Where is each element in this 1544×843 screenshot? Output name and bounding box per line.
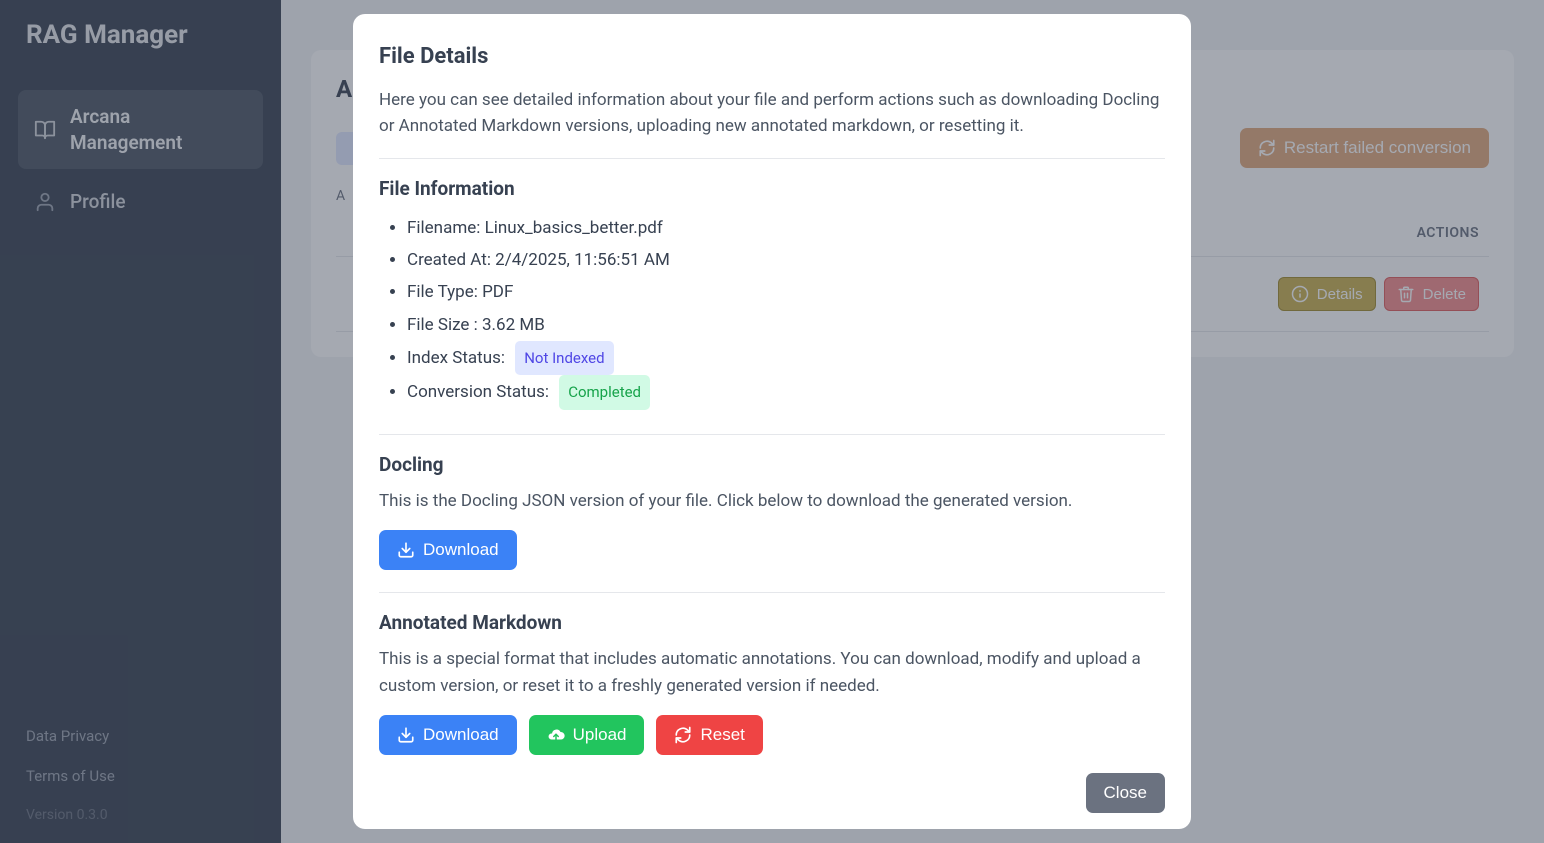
download-icon (397, 541, 415, 559)
download-docling-button[interactable]: Download (379, 530, 517, 570)
modal-footer: Close (379, 773, 1165, 813)
divider (379, 434, 1165, 435)
modal-overlay[interactable]: File Details Here you can see detailed i… (0, 0, 1544, 843)
annotated-heading: Annotated Markdown (379, 611, 1165, 634)
file-info-index: Index Status: Not Indexed (407, 341, 1165, 376)
file-info-conversion: Conversion Status: Completed (407, 375, 1165, 410)
value: 3.62 MB (482, 315, 545, 335)
label: File Type: (407, 282, 482, 302)
file-details-modal: File Details Here you can see detailed i… (353, 14, 1191, 829)
file-info-created: Created At: 2/4/2025, 11:56:51 AM (407, 244, 1165, 276)
label: File Size : (407, 315, 482, 335)
cloud-upload-icon (547, 726, 565, 744)
download-label: Download (423, 725, 499, 745)
value: PDF (482, 282, 513, 302)
close-button[interactable]: Close (1086, 773, 1165, 813)
file-info-heading: File Information (379, 177, 1165, 200)
docling-text: This is the Docling JSON version of your… (379, 488, 1165, 514)
docling-heading: Docling (379, 453, 1165, 476)
annotated-text: This is a special format that includes a… (379, 646, 1165, 699)
file-info-filename: Filename: Linux_basics_better.pdf (407, 212, 1165, 244)
reset-label: Reset (700, 725, 744, 745)
label: Filename: (407, 218, 485, 238)
file-info-size: File Size : 3.62 MB (407, 309, 1165, 341)
modal-intro: Here you can see detailed information ab… (379, 87, 1165, 140)
download-label: Download (423, 540, 499, 560)
label: Index Status: (407, 348, 509, 368)
reset-annotated-button[interactable]: Reset (656, 715, 762, 755)
conversion-status-badge: Completed (559, 375, 650, 410)
value: 2/4/2025, 11:56:51 AM (495, 250, 670, 270)
divider (379, 592, 1165, 593)
refresh-icon (674, 726, 692, 744)
label: Created At: (407, 250, 495, 270)
index-status-badge: Not Indexed (515, 341, 613, 376)
modal-title: File Details (379, 44, 1165, 69)
download-annotated-button[interactable]: Download (379, 715, 517, 755)
file-info-list: Filename: Linux_basics_better.pdf Create… (379, 212, 1165, 410)
value: Linux_basics_better.pdf (485, 218, 663, 238)
download-icon (397, 726, 415, 744)
upload-annotated-button[interactable]: Upload (529, 715, 645, 755)
label: Conversion Status: (407, 382, 553, 402)
file-info-type: File Type: PDF (407, 276, 1165, 308)
divider (379, 158, 1165, 159)
upload-label: Upload (573, 725, 627, 745)
